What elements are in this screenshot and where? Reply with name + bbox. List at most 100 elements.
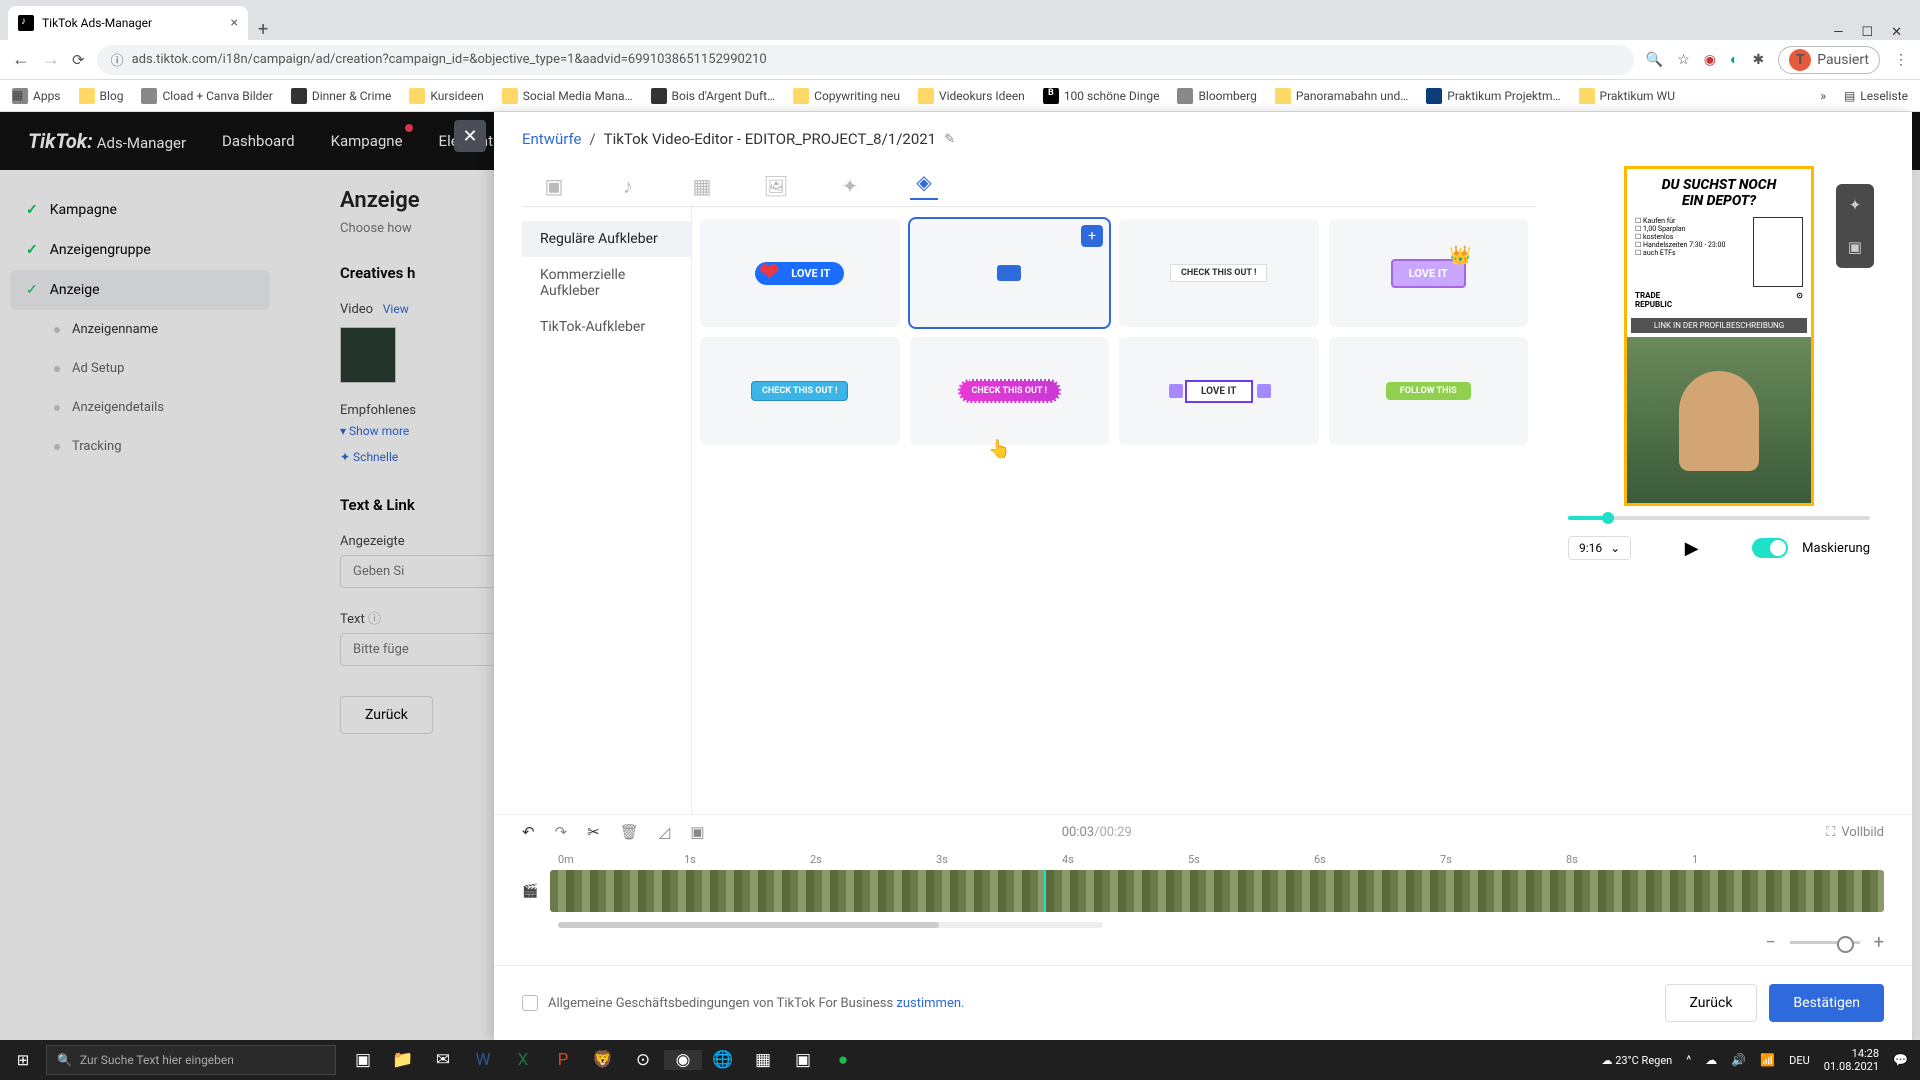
bookmarks-overflow-icon[interactable]: » bbox=[1820, 89, 1826, 103]
start-button[interactable]: ⊞ bbox=[0, 1051, 46, 1069]
bookmark-canva[interactable]: Cload + Canva Bilder bbox=[141, 88, 272, 104]
bookmark-kursideen[interactable]: Kursideen bbox=[409, 88, 483, 104]
forward-icon[interactable]: → bbox=[42, 49, 60, 70]
aspect-ratio-dropdown[interactable]: 9:16⌄ bbox=[1568, 536, 1631, 560]
powerpoint-icon[interactable]: P bbox=[544, 1050, 582, 1070]
bookmark-bloomberg[interactable]: Bloomberg bbox=[1177, 88, 1256, 104]
crop-icon[interactable]: ▣ bbox=[690, 823, 704, 841]
category-regular[interactable]: Reguläre Aufkleber bbox=[522, 221, 691, 257]
bookmark-copywriting[interactable]: Copywriting neu bbox=[793, 88, 900, 104]
timeline-ruler[interactable]: 0m 1s 2s 3s 4s 5s 6s 7s 8s 1 bbox=[522, 853, 1884, 866]
mail-icon[interactable]: ✉ bbox=[424, 1050, 462, 1070]
eraser-icon[interactable]: ◿ bbox=[659, 823, 671, 841]
tray-chevron-icon[interactable]: ^ bbox=[1686, 1053, 1691, 1067]
modal-confirm-button[interactable]: Bestätigen bbox=[1769, 984, 1884, 1022]
explorer-icon[interactable]: 📁 bbox=[384, 1050, 422, 1070]
video-track[interactable] bbox=[550, 870, 1884, 912]
delete-icon[interactable]: 🗑 bbox=[620, 823, 639, 841]
onedrive-icon[interactable]: ☁ bbox=[1705, 1053, 1717, 1067]
crumb-drafts[interactable]: Entwürfe bbox=[522, 130, 581, 148]
sticker-checkthis-blue[interactable]: CHECK THIS OUT ! bbox=[700, 337, 900, 445]
maximize-icon[interactable]: ☐ bbox=[1861, 25, 1873, 40]
tab-video-icon[interactable]: ▣ bbox=[540, 172, 568, 200]
minimize-icon[interactable]: — bbox=[1833, 25, 1843, 40]
sticker-loveit-heart[interactable]: LOVE IT bbox=[700, 219, 900, 327]
bookmark-social[interactable]: Social Media Mana… bbox=[502, 88, 633, 104]
bookmark-praktikum-wu[interactable]: Praktikum WU bbox=[1579, 88, 1675, 104]
url-input[interactable]: ⓘ ads.tiktok.com/i18n/campaign/ad/creati… bbox=[97, 45, 1634, 75]
app-icon[interactable]: ▣ bbox=[784, 1050, 822, 1070]
language-indicator[interactable]: DEU bbox=[1789, 1054, 1810, 1067]
edge-icon[interactable]: 🌐 bbox=[704, 1050, 742, 1070]
close-window-icon[interactable]: ✕ bbox=[1891, 25, 1902, 40]
sticker-checkthis-pink[interactable]: CHECK THIS OUT ! bbox=[910, 337, 1110, 445]
apps-button[interactable]: ▦Apps bbox=[12, 88, 61, 104]
zoom-icon[interactable]: 🔍 bbox=[1646, 52, 1663, 68]
word-icon[interactable]: W bbox=[464, 1050, 502, 1070]
back-icon[interactable]: ← bbox=[12, 49, 30, 70]
video-preview[interactable]: DU SUCHST NOCH EIN DEPOT? ☐ Kaufen für☐ … bbox=[1624, 166, 1814, 506]
tab-effects-icon[interactable]: ✦ bbox=[836, 172, 864, 200]
notifications-icon[interactable]: 💬 bbox=[1893, 1053, 1908, 1067]
playhead[interactable] bbox=[1044, 870, 1046, 912]
preview-seek-slider[interactable] bbox=[1568, 516, 1870, 520]
notepad-icon[interactable]: ▦ bbox=[744, 1050, 782, 1070]
sticker-checkthis-white[interactable]: CHECK THIS OUT ! bbox=[1119, 219, 1319, 327]
new-tab-button[interactable]: + bbox=[248, 19, 278, 40]
tool-layers-icon[interactable]: ▣ bbox=[1836, 226, 1874, 268]
undo-icon[interactable]: ↶ bbox=[522, 823, 535, 841]
bookmark-dinner[interactable]: Dinner & Crime bbox=[291, 88, 392, 104]
agb-checkbox[interactable] bbox=[522, 995, 538, 1011]
chrome-icon[interactable]: ◉ bbox=[664, 1050, 702, 1070]
taskbar-search[interactable]: 🔍Zur Suche Text hier eingeben bbox=[46, 1045, 336, 1075]
tab-image-icon[interactable]: 🖼 bbox=[762, 172, 790, 200]
sticker-small-blue[interactable]: + bbox=[910, 219, 1110, 327]
bookmark-praktikum-pm[interactable]: Praktikum Projektm… bbox=[1426, 88, 1560, 104]
mask-toggle[interactable] bbox=[1752, 538, 1788, 558]
bookmark-bois[interactable]: Bois d'Argent Duft… bbox=[651, 88, 776, 104]
edit-name-icon[interactable]: ✎ bbox=[944, 132, 955, 147]
zoom-out-icon[interactable]: − bbox=[1765, 932, 1775, 953]
tool-sparkle-icon[interactable]: ✦ bbox=[1836, 184, 1874, 226]
chrome-menu-icon[interactable]: ⋮ bbox=[1894, 52, 1908, 68]
obs-icon[interactable]: ⊙ bbox=[624, 1050, 662, 1070]
zoom-in-icon[interactable]: + bbox=[1874, 932, 1884, 953]
redo-icon[interactable]: ↷ bbox=[555, 823, 568, 841]
weather-widget[interactable]: ☁ 23°C Regen bbox=[1601, 1054, 1672, 1067]
extensions-icon[interactable]: ✱ bbox=[1752, 52, 1764, 68]
sticker-loveit-crown[interactable]: LOVE IT bbox=[1329, 219, 1529, 327]
zoom-slider[interactable] bbox=[1790, 941, 1860, 944]
close-modal-button[interactable]: ✕ bbox=[454, 120, 486, 152]
bookmark-100dinge[interactable]: B100 schöne Dinge bbox=[1043, 88, 1160, 104]
cut-icon[interactable]: ✂ bbox=[587, 823, 600, 841]
fullscreen-button[interactable]: ⛶Vollbild bbox=[1826, 825, 1884, 840]
extension-1-icon[interactable]: ◉ bbox=[1704, 52, 1716, 68]
tab-text-icon[interactable]: ▦ bbox=[688, 172, 716, 200]
modal-back-button[interactable]: Zurück bbox=[1665, 984, 1758, 1022]
play-button-icon[interactable]: ▶ bbox=[1685, 538, 1699, 559]
close-tab-icon[interactable]: × bbox=[231, 15, 238, 31]
bookmark-videokurs[interactable]: Videokurs Ideen bbox=[918, 88, 1025, 104]
add-sticker-icon[interactable]: + bbox=[1081, 225, 1103, 247]
sticker-loveit-white[interactable]: LOVE IT bbox=[1119, 337, 1319, 445]
excel-icon[interactable]: X bbox=[504, 1050, 542, 1070]
brave-icon[interactable]: 🦁 bbox=[584, 1050, 622, 1070]
spotify-icon[interactable]: ● bbox=[824, 1050, 862, 1070]
clock[interactable]: 14:2801.08.2021 bbox=[1824, 1047, 1879, 1073]
wifi-icon[interactable]: 📶 bbox=[1760, 1053, 1775, 1067]
volume-icon[interactable]: 🔊 bbox=[1731, 1053, 1746, 1067]
category-tiktok[interactable]: TikTok-Aufkleber bbox=[522, 309, 691, 345]
task-view-icon[interactable]: ▣ bbox=[344, 1050, 382, 1070]
bookmark-star-icon[interactable]: ☆ bbox=[1677, 52, 1690, 68]
browser-tab[interactable]: TikTok Ads-Manager × bbox=[8, 6, 248, 40]
timeline-scrollbar[interactable] bbox=[558, 922, 1103, 928]
reading-list-button[interactable]: ▤Leseliste bbox=[1844, 89, 1908, 103]
tab-stickers-icon[interactable]: ◈ bbox=[910, 172, 938, 200]
sync-pause-pill[interactable]: T Pausiert bbox=[1778, 46, 1880, 74]
sticker-followthis-green[interactable]: FOLLOW THIS bbox=[1329, 337, 1529, 445]
category-commercial[interactable]: Kommerzielle Aufkleber bbox=[522, 257, 691, 309]
reload-icon[interactable]: ⟳ bbox=[72, 51, 85, 69]
bookmark-panorama[interactable]: Panoramabahn und… bbox=[1275, 88, 1408, 104]
tab-music-icon[interactable]: ♪ bbox=[614, 172, 642, 200]
bookmark-blog[interactable]: Blog bbox=[79, 88, 124, 104]
